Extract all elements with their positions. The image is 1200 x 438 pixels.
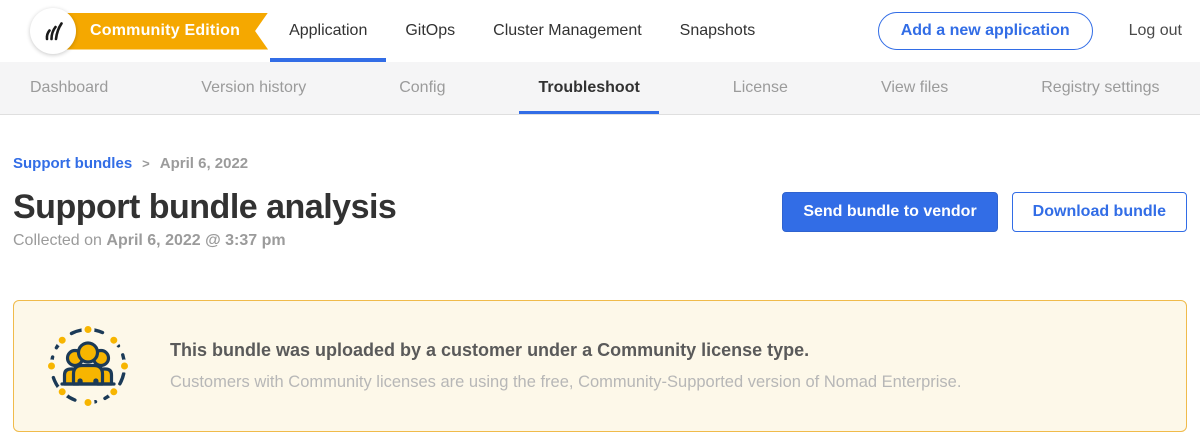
notice-body: Customers with Community licenses are us… [170, 373, 961, 392]
community-group-icon [44, 322, 132, 410]
send-bundle-to-vendor-button[interactable]: Send bundle to vendor [782, 192, 997, 232]
brand: Community Edition [30, 0, 268, 62]
subnav-config[interactable]: Config [380, 62, 464, 114]
community-edition-badge-label: Community Edition [90, 22, 240, 40]
app-sub-navigation: Dashboard Version history Config Trouble… [0, 62, 1200, 115]
subnav-version-history[interactable]: Version history [182, 62, 325, 114]
notice-title: This bundle was uploaded by a customer u… [170, 340, 961, 361]
title-row: Support bundle analysis Collected on Apr… [13, 188, 1187, 250]
title-block: Support bundle analysis Collected on Apr… [13, 188, 396, 250]
community-edition-badge: Community Edition [50, 13, 268, 50]
subnav-troubleshoot[interactable]: Troubleshoot [519, 62, 658, 114]
notice-text: This bundle was uploaded by a customer u… [170, 340, 961, 392]
replicated-logo[interactable] [30, 8, 76, 54]
page-title: Support bundle analysis [13, 188, 396, 227]
collected-timestamp: Collected on April 6, 2022 @ 3:37 pm [13, 232, 396, 250]
nav-application[interactable]: Application [270, 0, 386, 62]
header-right: Add a new application Log out [878, 0, 1186, 62]
breadcrumb: Support bundles > April 6, 2022 [13, 155, 1187, 172]
main-content: Support bundles > April 6, 2022 Support … [0, 155, 1200, 432]
subnav-view-files[interactable]: View files [862, 62, 967, 114]
subnav-registry-settings[interactable]: Registry settings [1022, 62, 1178, 114]
nav-gitops[interactable]: GitOps [386, 0, 474, 62]
add-new-application-button[interactable]: Add a new application [878, 12, 1093, 50]
breadcrumb-separator-icon: > [142, 156, 150, 171]
logout-link[interactable]: Log out [1129, 22, 1186, 40]
top-header: Community Edition Application GitOps Clu… [0, 0, 1200, 62]
download-bundle-button[interactable]: Download bundle [1012, 192, 1187, 232]
bundle-actions: Send bundle to vendor Download bundle [782, 192, 1187, 232]
community-license-notice: This bundle was uploaded by a customer u… [13, 300, 1187, 432]
collected-prefix: Collected on [13, 232, 106, 249]
subnav-license[interactable]: License [714, 62, 807, 114]
replicated-logo-icon [40, 18, 66, 44]
top-navigation: Application GitOps Cluster Management Sn… [270, 0, 774, 62]
breadcrumb-support-bundles-link[interactable]: Support bundles [13, 155, 132, 172]
subnav-dashboard[interactable]: Dashboard [11, 62, 127, 114]
nav-snapshots[interactable]: Snapshots [661, 0, 775, 62]
collected-date: April 6, 2022 @ 3:37 pm [106, 232, 285, 249]
breadcrumb-current: April 6, 2022 [160, 155, 248, 172]
nav-cluster-management[interactable]: Cluster Management [474, 0, 661, 62]
